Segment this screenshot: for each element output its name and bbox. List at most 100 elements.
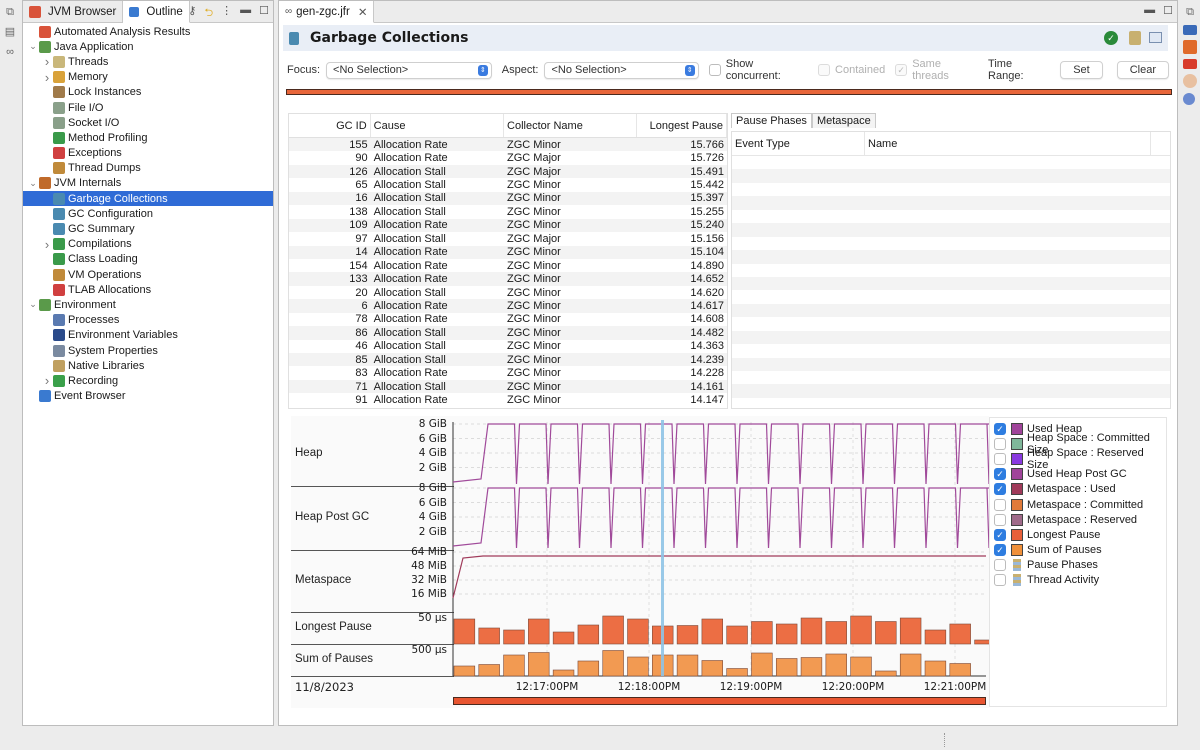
table-row[interactable]: 91 Allocation Rate ZGC Minor 14.147 <box>289 393 727 406</box>
table-row[interactable]: 71 Allocation Stall ZGC Minor 14.161 <box>289 379 727 394</box>
more-icon[interactable]: ⋮ <box>221 4 232 23</box>
back-icon[interactable]: ⮌ <box>204 4 213 23</box>
legend-checkbox[interactable]: ✓ <box>994 483 1006 496</box>
legend-checkbox[interactable]: ✓ <box>994 468 1006 481</box>
recording-icon[interactable]: ∞ <box>2 44 18 60</box>
legend-item[interactable]: Thread Activity <box>990 573 1166 588</box>
column-gc-id[interactable]: GC ID <box>289 114 371 137</box>
tree-item[interactable]: ⌄ JVM Internals <box>23 176 273 191</box>
table-row[interactable]: 85 Allocation Stall ZGC Minor 14.239 <box>289 353 727 367</box>
table-row[interactable]: 20 Allocation Stall ZGC Minor 14.620 <box>289 286 727 299</box>
legend-checkbox[interactable]: ✓ <box>994 544 1006 557</box>
tree-item[interactable]: Processes <box>23 313 273 328</box>
resize-handle[interactable] <box>944 733 946 747</box>
chevron-right-icon[interactable]: › <box>41 373 53 388</box>
table-row[interactable]: 138 Allocation Stall ZGC Minor 15.255 <box>289 205 727 218</box>
chevron-right-icon[interactable]: › <box>41 237 53 252</box>
chevron-down-icon[interactable]: ⌄ <box>27 178 39 189</box>
outline-view-icon[interactable] <box>1183 25 1197 35</box>
tree-item[interactable]: Environment Variables <box>23 328 273 343</box>
table-row[interactable]: 16 Allocation Stall ZGC Minor 15.397 <box>289 191 727 206</box>
tree-item[interactable]: File I/O <box>23 100 273 115</box>
rules-icon[interactable] <box>1129 31 1141 45</box>
minimize-icon[interactable]: ▬ <box>240 4 251 23</box>
tree-item[interactable]: Lock Instances <box>23 85 273 100</box>
set-button[interactable]: Set <box>1060 61 1103 79</box>
tab-outline[interactable]: Outline <box>123 1 190 23</box>
gc-chart[interactable]: Heap 8 GiB 6 GiB 4 GiB 2 GiB Heap Post GC 8 Gi… <box>291 416 989 708</box>
chevron-right-icon[interactable]: › <box>41 70 53 85</box>
tree-item[interactable]: Event Browser <box>23 389 273 404</box>
tree-item[interactable]: Garbage Collections <box>23 191 273 207</box>
clear-button[interactable]: Clear <box>1116 61 1169 79</box>
legend-checkbox[interactable] <box>994 452 1006 465</box>
legend-checkbox[interactable]: ✓ <box>994 528 1006 541</box>
time-range-bar[interactable] <box>286 89 1172 95</box>
chart-range-bar[interactable] <box>453 697 986 705</box>
tree-item[interactable]: › Memory <box>23 70 273 85</box>
maximize-icon[interactable]: ☐ <box>1163 4 1173 17</box>
legend-checkbox[interactable]: ✓ <box>994 422 1006 435</box>
tree-item[interactable]: VM Operations <box>23 267 273 282</box>
tree-item[interactable]: GC Summary <box>23 221 273 236</box>
color-wheel-icon[interactable] <box>1183 74 1197 88</box>
flame-graph-icon[interactable] <box>1183 40 1197 54</box>
table-row[interactable]: 83 Allocation Rate ZGC Minor 14.228 <box>289 366 727 379</box>
column-longest-pause[interactable]: Longest Pause <box>637 114 727 137</box>
tab-pause-phases[interactable]: Pause Phases <box>731 113 812 128</box>
table-row[interactable]: 86 Allocation Stall ZGC Minor 14.482 <box>289 326 727 340</box>
same-threads-checkbox[interactable]: ✓ <box>895 64 908 76</box>
close-tab-icon[interactable]: ✕ <box>358 5 368 19</box>
tree-item[interactable]: › Compilations <box>23 237 273 252</box>
lock-tree-icon[interactable]: ⚷ <box>188 4 196 23</box>
legend-item[interactable]: Pause Phases <box>990 558 1166 573</box>
legend-checkbox[interactable] <box>994 498 1006 511</box>
legend-item[interactable]: ✓ Metaspace : Used <box>990 482 1166 497</box>
contained-checkbox[interactable] <box>818 64 831 76</box>
legend-item[interactable]: Metaspace : Reserved <box>990 512 1166 527</box>
table-row[interactable]: 126 Allocation Stall ZGC Major 15.491 <box>289 164 727 179</box>
chart-canvas[interactable] <box>291 416 989 708</box>
tab-metaspace[interactable]: Metaspace <box>811 113 876 128</box>
table-row[interactable]: 65 Allocation Stall ZGC Minor 15.442 <box>289 178 727 191</box>
chevron-down-icon[interactable]: ⌄ <box>27 41 39 52</box>
tree-item[interactable]: TLAB Allocations <box>23 282 273 297</box>
focus-select[interactable]: <No Selection> ⇕ <box>326 61 492 79</box>
aspect-select[interactable]: <No Selection> ⇕ <box>544 61 699 79</box>
legend-item[interactable]: Heap Space : Reserved Size <box>990 447 1166 471</box>
table-row[interactable]: 6 Allocation Rate ZGC Minor 14.617 <box>289 299 727 313</box>
show-concurrent-checkbox[interactable] <box>708 64 721 76</box>
column-cause[interactable]: Cause <box>371 114 505 137</box>
table-row[interactable]: 90 Allocation Rate ZGC Major 15.726 <box>289 151 727 164</box>
chevron-right-icon[interactable]: › <box>41 54 53 69</box>
legend-checkbox[interactable] <box>994 513 1006 526</box>
tree-item[interactable]: Native Libraries <box>23 358 273 373</box>
table-row[interactable]: 97 Allocation Stall ZGC Major 15.156 <box>289 232 727 245</box>
table-row[interactable]: 154 Allocation Rate ZGC Minor 14.890 <box>289 259 727 272</box>
table-row[interactable]: 14 Allocation Rate ZGC Minor 15.104 <box>289 245 727 259</box>
column-event-type[interactable]: Event Type <box>732 132 865 155</box>
tree-item[interactable]: ⌄ Java Application <box>23 39 273 54</box>
heatmap-icon[interactable] <box>1183 59 1197 69</box>
legend-checkbox[interactable] <box>994 559 1006 572</box>
tree-item[interactable]: › Recording <box>23 373 273 388</box>
tree-item[interactable]: › Threads <box>23 54 273 69</box>
legend-item[interactable]: Metaspace : Committed <box>990 497 1166 512</box>
legend-checkbox[interactable] <box>994 574 1006 587</box>
tree-item[interactable]: Thread Dumps <box>23 161 273 176</box>
column-name[interactable]: Name <box>865 132 1151 155</box>
legend-item[interactable]: ✓ Sum of Pauses <box>990 543 1166 558</box>
table-settings-icon[interactable] <box>1149 32 1162 43</box>
maximize-icon[interactable]: ☐ <box>259 4 269 23</box>
table-row[interactable]: 133 Allocation Rate ZGC Minor 14.652 <box>289 272 727 286</box>
tree-item[interactable]: Socket I/O <box>23 115 273 130</box>
chevron-down-icon[interactable]: ⌄ <box>27 299 39 310</box>
table-row[interactable]: 155 Allocation Rate ZGC Minor 15.766 <box>289 138 727 152</box>
restore-icon[interactable]: ⧉ <box>1182 4 1198 20</box>
tree-item[interactable]: Class Loading <box>23 252 273 267</box>
minimize-icon[interactable]: ▬ <box>1144 4 1155 17</box>
tree-item[interactable]: Automated Analysis Results <box>23 24 273 39</box>
view-icon[interactable]: ▤ <box>2 24 18 40</box>
tab-gen-zgc[interactable]: ∞ gen-zgc.jfr ✕ <box>279 1 375 23</box>
legend-item[interactable]: ✓ Longest Pause <box>990 527 1166 542</box>
